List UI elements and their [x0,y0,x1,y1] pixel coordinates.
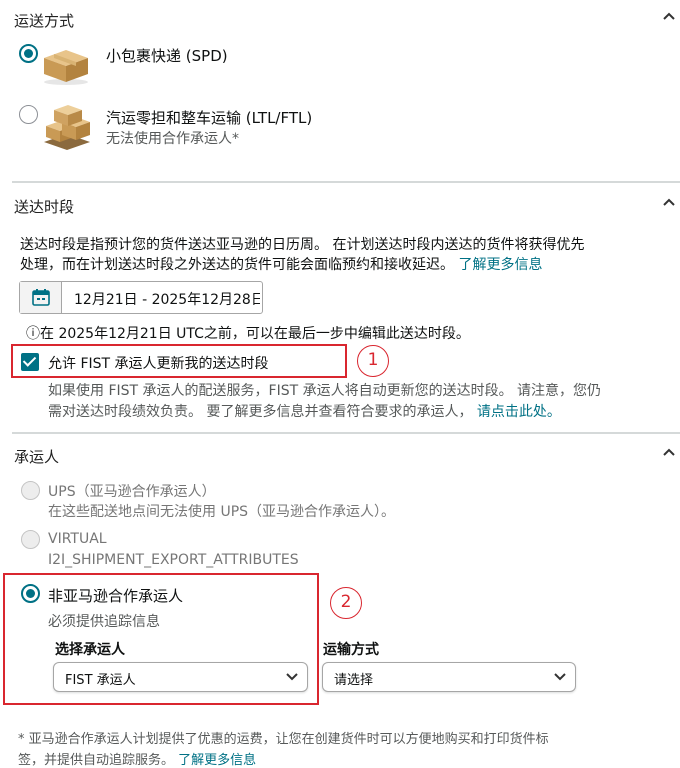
delivery-window-description-line1: 送达时段是指预计您的货件送达亚马逊的日历周。 在计划送达时段内送达的货件将获得优… [20,237,585,253]
calendar-icon [32,289,50,306]
carrier-header[interactable]: 承运人 [0,440,680,470]
non-partnered-carrier-label: 非亚马逊合作承运人 [48,587,184,605]
annotation-marker-2: 2 [330,587,362,619]
shipping-mode-select[interactable]: 请选择 [322,662,576,692]
pallet-boxes-icon [44,105,90,150]
tracking-required-note: 必须提供追踪信息 [48,614,160,630]
small-parcel-box-icon [44,50,88,85]
ltl-ftl-radio[interactable] [19,105,38,124]
collapse-chevron-up-icon[interactable] [660,8,678,26]
footnote-learn-more-link[interactable]: 了解更多信息 [178,753,256,768]
shipping-mode-select-value: 请选择 [334,673,374,688]
delivery-window-description-line2: 处理，而在计划送达时段之外送达的货件可能会面临预约和接收延迟。 了解更多信息 [20,257,543,273]
ups-sublabel: 在这些配送地点间无法使用 UPS（亚马逊合作承运人）。 [48,504,396,520]
carrier-select-value: FIST 承运人 [65,673,136,688]
edit-deadline-note: ⓘ在 2025年12月21日 UTC之前，可以在最后一步中编辑此送达时段。 [26,326,470,342]
shipping-mode-label: 运输方式 [323,642,379,658]
delivery-window-title: 送达时段 [14,198,75,216]
fist-help-line1: 如果使用 FIST 承运人的配送服务，FIST 承运人将自动更新您的送达时段。 … [48,383,602,399]
ups-label: UPS（亚马逊合作承运人） [48,484,216,500]
virtual-radio[interactable] [21,530,40,549]
section-divider [12,181,680,183]
click-here-link[interactable]: 请点击此处。 [477,404,561,420]
footnote-line1: * 亚马逊合作承运人计划提供了优惠的运费，让您在创建货件时可以方便地购买和打印货… [18,732,549,747]
date-range-picker[interactable]: 12月21日 - 2025年12月28日 [19,281,263,314]
fist-help-line2: 需对送达时段绩效负责。 要了解更多信息并查看符合要求的承运人， 请点击此处。 [48,404,561,420]
section-divider [12,432,680,434]
select-carrier-label: 选择承运人 [55,642,125,658]
calendar-button[interactable] [20,282,62,313]
shipping-method-header[interactable]: 运送方式 [0,4,680,34]
ups-radio[interactable] [21,481,40,500]
virtual-sublabel: I2I_SHIPMENT_EXPORT_ATTRIBUTES [48,552,299,568]
collapse-chevron-up-icon[interactable] [660,444,678,462]
spd-radio[interactable] [19,44,38,63]
carrier-select[interactable]: FIST 承运人 [53,662,308,692]
collapse-chevron-up-icon[interactable] [660,194,678,212]
virtual-label: VIRTUAL [48,531,107,547]
date-range-value: 12月21日 - 2025年12月28日 [74,292,260,308]
annotation-marker-1: 1 [357,345,389,377]
annotation-box-1 [11,344,347,378]
chevron-down-icon [554,673,566,681]
shipping-method-title: 运送方式 [14,12,75,30]
ltl-ftl-label: 汽运零担和整车运输 (LTL/FTL) [106,109,313,127]
ltl-ftl-sublabel: 无法使用合作承运人* [106,131,239,147]
spd-label: 小包裹快递 (SPD) [106,47,228,65]
chevron-down-icon [286,673,298,681]
non-partnered-carrier-radio[interactable] [21,584,40,603]
carrier-title: 承运人 [14,448,60,466]
learn-more-link[interactable]: 了解更多信息 [458,257,542,273]
delivery-window-header[interactable]: 送达时段 [0,190,680,220]
footnote-line2: 签，并提供自动追踪服务。 了解更多信息 [18,753,257,768]
